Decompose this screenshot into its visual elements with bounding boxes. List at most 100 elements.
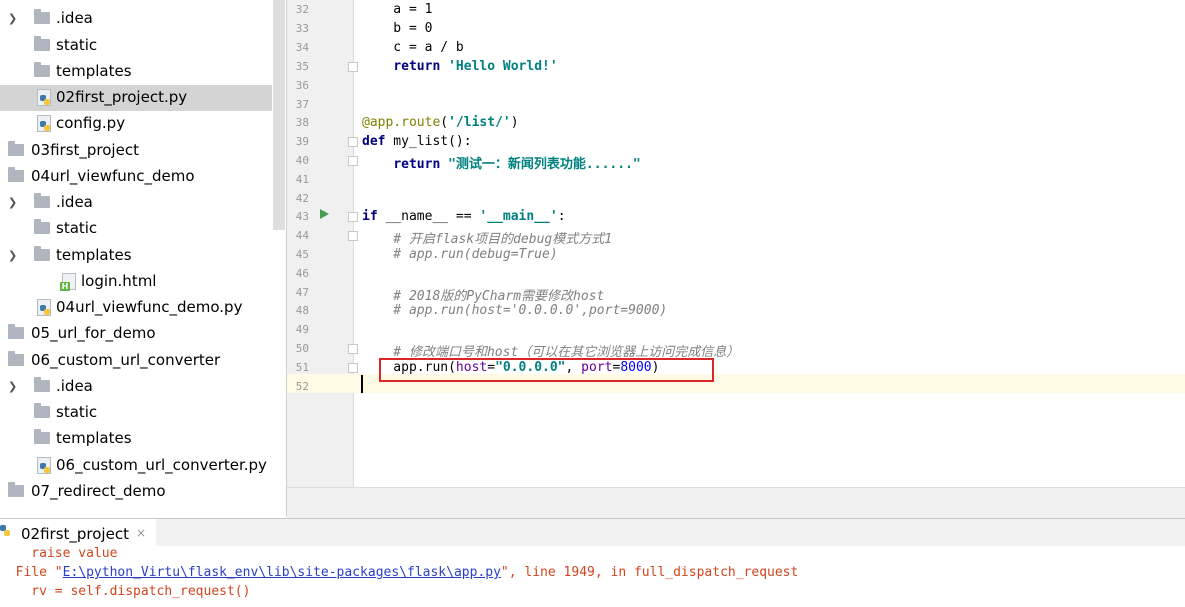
folder-icon xyxy=(34,219,50,234)
tree-item-label: 07_redirect_demo xyxy=(31,482,166,500)
code-editor[interactable]: 32 33 34 35 36 37 38 39 40 41 42 43 44 4… xyxy=(286,0,1185,518)
tree-item-06-custom-url-converter-py[interactable]: 06_custom_url_converter.py xyxy=(0,453,272,479)
line-number: 35 xyxy=(295,60,309,73)
line-number: 46 xyxy=(295,267,309,280)
tree-item-label: 03first_project xyxy=(31,141,139,159)
tree-item-label: 04url_viewfunc_demo xyxy=(31,167,195,185)
editor-gutter xyxy=(287,0,354,487)
line-number: 37 xyxy=(295,98,309,111)
console-text: ", line 1949, in full_dispatch_request xyxy=(500,565,799,580)
tree-item-templates[interactable]: ❯ templates xyxy=(0,243,272,269)
editor-bottom-area xyxy=(287,487,1185,518)
tree-item-07-redirect-demo[interactable]: 07_redirect_demo xyxy=(0,479,272,505)
folder-icon xyxy=(34,246,50,261)
line-number: 32 xyxy=(295,3,309,16)
code-line: b = 0 xyxy=(362,21,433,36)
line-number: 52 xyxy=(295,380,309,393)
folder-icon xyxy=(34,9,50,24)
code-line: @app.route('/list/') xyxy=(362,115,519,130)
tree-item-label: login.html xyxy=(81,272,157,290)
line-number: 43 xyxy=(295,210,309,223)
code-comment: # 2018版的PyCharm需要修改host xyxy=(362,289,605,304)
run-tab-label: 02first_project xyxy=(21,525,129,543)
code-comment: # app.run(host='0.0.0.0',port=9000) xyxy=(362,303,668,318)
tree-item-label: config.py xyxy=(56,114,126,132)
tree-item-label: static xyxy=(56,403,98,421)
python-run-icon xyxy=(0,525,16,542)
line-number: 48 xyxy=(295,304,309,317)
code-line: return "测试一：新闻列表功能......" xyxy=(393,157,641,172)
code-line: c = a / b xyxy=(362,40,464,55)
file-path-link[interactable]: E:\python_Virtu\flask_env\lib\site-packa… xyxy=(63,565,501,580)
tree-item-label: templates xyxy=(56,429,132,447)
chevron-right-icon[interactable]: ❯ xyxy=(8,12,18,26)
tree-item-config-py[interactable]: config.py xyxy=(0,111,272,137)
python-file-icon xyxy=(36,89,52,106)
tree-item-idea[interactable]: ❯ .idea xyxy=(0,6,272,32)
folder-icon xyxy=(34,403,50,418)
tree-item-static[interactable]: static xyxy=(0,216,272,242)
line-number: 44 xyxy=(295,229,309,242)
tree-item-04url-viewfunc-demo[interactable]: 04url_viewfunc_demo xyxy=(0,164,272,190)
fold-marker-icon[interactable] xyxy=(348,156,358,166)
tree-item-label: 05_url_for_demo xyxy=(31,324,156,342)
tree-item-login-html[interactable]: H login.html xyxy=(0,269,272,295)
html-file-icon: H xyxy=(60,273,76,291)
folder-icon xyxy=(34,377,50,392)
line-number: 51 xyxy=(295,361,309,374)
tree-item-idea[interactable]: ❯ .idea xyxy=(0,190,272,216)
tree-item-02first-project-py[interactable]: 02first_project.py xyxy=(0,85,272,111)
tree-item-templates[interactable]: templates xyxy=(0,59,272,85)
line-number: 34 xyxy=(295,41,309,54)
tree-item-label: 06_custom_url_converter xyxy=(31,351,221,369)
code-comment: # app.run(debug=True) xyxy=(362,247,558,262)
chevron-right-icon[interactable]: ❯ xyxy=(8,196,18,210)
tab-run-02first-project[interactable]: 02first_project × xyxy=(0,519,156,547)
tree-item-label: static xyxy=(56,219,98,237)
tree-item-static[interactable]: static xyxy=(0,33,272,59)
close-icon[interactable]: × xyxy=(136,526,146,540)
folder-icon xyxy=(34,36,50,51)
tree-item-templates[interactable]: templates xyxy=(0,426,272,452)
line-number: 42 xyxy=(295,192,309,205)
run-tool-window-tabs: 02first_project × xyxy=(0,518,1185,547)
tree-item-label: 02first_project.py xyxy=(56,88,188,106)
line-number: 39 xyxy=(295,135,309,148)
line-number: 50 xyxy=(295,342,309,355)
code-comment: # 开启flask项目的debug模式方式1 xyxy=(362,232,613,247)
python-file-icon xyxy=(36,457,52,474)
fold-marker-icon[interactable] xyxy=(348,344,358,354)
tree-item-label: 04url_viewfunc_demo.py xyxy=(56,298,243,316)
text-caret xyxy=(361,375,363,393)
line-number: 41 xyxy=(295,173,309,186)
tree-item-static[interactable]: static xyxy=(0,400,272,426)
fold-marker-icon[interactable] xyxy=(348,363,358,373)
folder-icon xyxy=(34,193,50,208)
tree-item-label: templates xyxy=(56,246,132,264)
tree-item-idea[interactable]: ❯ .idea xyxy=(0,374,272,400)
console-text: File " xyxy=(0,565,63,580)
console-line: rv = self.dispatch_request() xyxy=(0,584,251,599)
code-line: if __name__ == '__main__': xyxy=(362,209,566,224)
fold-marker-icon[interactable] xyxy=(348,137,358,147)
tree-item-06-custom-url-converter[interactable]: 06_custom_url_converter xyxy=(0,348,272,374)
highlight-annotation-box xyxy=(379,358,714,382)
tree-item-label: .idea xyxy=(56,193,93,211)
tree-item-04url-viewfunc-demo-py[interactable]: 04url_viewfunc_demo.py xyxy=(0,295,272,321)
tree-item-03first-project[interactable]: 03first_project xyxy=(0,138,272,164)
line-number: 47 xyxy=(295,286,309,299)
code-line: a = 1 xyxy=(362,2,433,17)
line-number: 49 xyxy=(295,323,309,336)
tree-item-05-url-for-demo[interactable]: 05_url_for_demo xyxy=(0,321,272,347)
folder-icon xyxy=(8,324,24,339)
fold-marker-icon[interactable] xyxy=(348,62,358,72)
fold-marker-icon[interactable] xyxy=(348,231,358,241)
run-console[interactable]: raise value File "E:\python_Virtu\flask_… xyxy=(0,546,1185,607)
chevron-right-icon[interactable]: ❯ xyxy=(8,380,18,394)
run-icon[interactable] xyxy=(320,209,329,219)
tree-scrollbar[interactable] xyxy=(273,0,285,230)
line-number: 36 xyxy=(295,79,309,92)
fold-marker-icon[interactable] xyxy=(348,212,358,222)
chevron-down-icon[interactable]: ❯ xyxy=(8,249,18,263)
line-number: 40 xyxy=(295,154,309,167)
